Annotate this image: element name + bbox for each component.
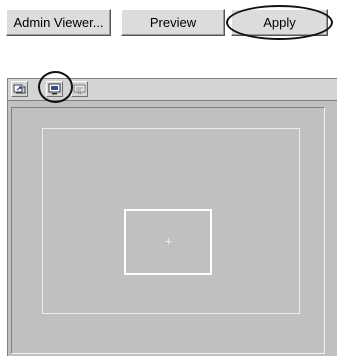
admin-viewer-button[interactable]: Admin Viewer... bbox=[6, 9, 111, 36]
layout-preview-panel bbox=[7, 71, 337, 356]
refresh-view-button[interactable] bbox=[11, 81, 28, 97]
center-crosshair-icon bbox=[165, 238, 172, 245]
refresh-view-icon bbox=[13, 84, 26, 94]
apply-button[interactable]: Apply bbox=[231, 9, 328, 36]
slideshow-button[interactable] bbox=[71, 81, 88, 97]
screen-view-button[interactable] bbox=[46, 81, 63, 97]
layout-canvas[interactable] bbox=[11, 107, 325, 354]
preview-toolbar bbox=[8, 71, 337, 103]
slideshow-icon bbox=[73, 84, 86, 95]
screen-view-icon bbox=[48, 83, 61, 95]
preview-button[interactable]: Preview bbox=[121, 9, 225, 36]
